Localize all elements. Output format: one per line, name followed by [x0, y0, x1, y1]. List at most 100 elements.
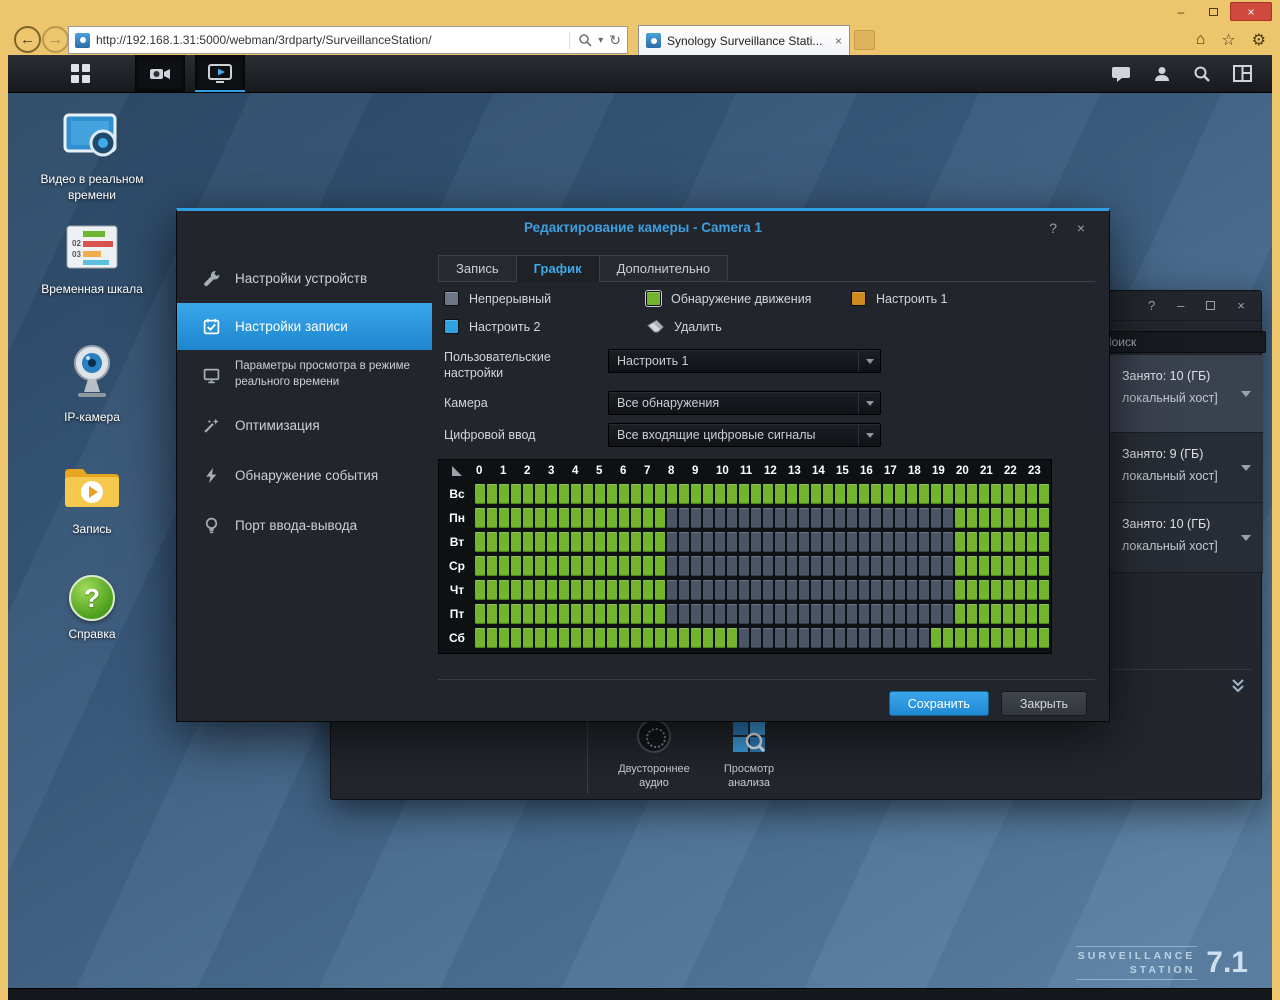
- schedule-cell[interactable]: [667, 508, 677, 528]
- hour-label[interactable]: 12: [763, 465, 787, 477]
- schedule-cell[interactable]: [775, 604, 785, 624]
- live-view-app-button[interactable]: [195, 55, 245, 92]
- schedule-cell[interactable]: [739, 580, 749, 600]
- schedule-cell[interactable]: [499, 556, 509, 576]
- schedule-cell[interactable]: [691, 508, 701, 528]
- schedule-cell[interactable]: [667, 628, 677, 648]
- schedule-cell[interactable]: [667, 484, 677, 504]
- schedule-cell[interactable]: [823, 604, 833, 624]
- hour-label[interactable]: 16: [859, 465, 883, 477]
- schedule-cell[interactable]: [847, 508, 857, 528]
- schedule-cell[interactable]: [631, 604, 641, 624]
- schedule-cell[interactable]: [871, 604, 881, 624]
- schedule-cell[interactable]: [775, 532, 785, 552]
- schedule-cell[interactable]: [787, 580, 797, 600]
- schedule-cell[interactable]: [967, 604, 977, 624]
- save-button[interactable]: Сохранить: [888, 691, 989, 716]
- day-label[interactable]: Ср: [439, 559, 475, 573]
- schedule-cell[interactable]: [715, 484, 725, 504]
- hour-label[interactable]: 10: [715, 465, 739, 477]
- schedule-cell[interactable]: [475, 580, 485, 600]
- schedule-cell[interactable]: [787, 628, 797, 648]
- schedule-cell[interactable]: [1015, 628, 1025, 648]
- schedule-cell[interactable]: [811, 580, 821, 600]
- dropdown-button[interactable]: [858, 350, 880, 372]
- schedule-cell[interactable]: [991, 580, 1001, 600]
- schedule-cell[interactable]: [787, 556, 797, 576]
- schedule-cell[interactable]: [835, 484, 845, 504]
- schedule-cell[interactable]: [739, 484, 749, 504]
- schedule-cell[interactable]: [475, 532, 485, 552]
- main-menu-button[interactable]: [55, 55, 105, 92]
- hour-label[interactable]: 13: [787, 465, 811, 477]
- schedule-cell[interactable]: [991, 508, 1001, 528]
- schedule-cell[interactable]: [535, 580, 545, 600]
- schedule-cell[interactable]: [763, 580, 773, 600]
- schedule-cell[interactable]: [907, 628, 917, 648]
- favorites-star-icon[interactable]: ☆: [1221, 30, 1235, 50]
- schedule-cell[interactable]: [643, 556, 653, 576]
- schedule-cell[interactable]: [883, 508, 893, 528]
- schedule-cell[interactable]: [535, 556, 545, 576]
- browser-tab[interactable]: Synology Surveillance Stati... ×: [638, 25, 850, 55]
- schedule-cell[interactable]: [655, 556, 665, 576]
- hour-label[interactable]: 9: [691, 465, 715, 477]
- schedule-cell[interactable]: [703, 532, 713, 552]
- schedule-cell[interactable]: [871, 484, 881, 504]
- schedule-cell[interactable]: [775, 628, 785, 648]
- schedule-cell[interactable]: [787, 532, 797, 552]
- schedule-cell[interactable]: [847, 556, 857, 576]
- schedule-cell[interactable]: [643, 532, 653, 552]
- schedule-cell[interactable]: [1027, 580, 1037, 600]
- schedule-cell[interactable]: [1015, 532, 1025, 552]
- schedule-cell[interactable]: [859, 508, 869, 528]
- schedule-cell[interactable]: [823, 580, 833, 600]
- schedule-cell[interactable]: [715, 604, 725, 624]
- schedule-cell[interactable]: [943, 556, 953, 576]
- new-tab-button[interactable]: [854, 30, 875, 50]
- schedule-cell[interactable]: [895, 628, 905, 648]
- expand-double-chevron-icon[interactable]: [1229, 677, 1247, 695]
- schedule-cell[interactable]: [583, 556, 593, 576]
- schedule-cell[interactable]: [643, 628, 653, 648]
- schedule-cell[interactable]: [571, 532, 581, 552]
- schedule-cell[interactable]: [655, 628, 665, 648]
- schedule-cell[interactable]: [499, 532, 509, 552]
- schedule-cell[interactable]: [979, 556, 989, 576]
- schedule-cell[interactable]: [535, 484, 545, 504]
- schedule-cell[interactable]: [691, 532, 701, 552]
- hour-label[interactable]: 15: [835, 465, 859, 477]
- hour-label[interactable]: 11: [739, 465, 763, 477]
- schedule-cell[interactable]: [883, 484, 893, 504]
- schedule-cell[interactable]: [775, 580, 785, 600]
- schedule-cell[interactable]: [775, 508, 785, 528]
- schedule-cell[interactable]: [919, 508, 929, 528]
- schedule-cell[interactable]: [859, 628, 869, 648]
- schedule-cell[interactable]: [835, 604, 845, 624]
- day-label[interactable]: Сб: [439, 631, 475, 645]
- schedule-cell[interactable]: [895, 532, 905, 552]
- schedule-cell[interactable]: [751, 556, 761, 576]
- desktop-icon-recording[interactable]: Запись: [30, 465, 154, 538]
- chevron-down-icon[interactable]: [1241, 534, 1251, 541]
- schedule-cell[interactable]: [475, 628, 485, 648]
- schedule-cell[interactable]: [943, 628, 953, 648]
- schedule-cell[interactable]: [943, 508, 953, 528]
- schedule-cell[interactable]: [1003, 508, 1013, 528]
- schedule-cell[interactable]: [811, 556, 821, 576]
- schedule-cell[interactable]: [931, 580, 941, 600]
- schedule-cell[interactable]: [631, 628, 641, 648]
- tab-recording[interactable]: Запись: [438, 255, 517, 282]
- schedule-cell[interactable]: [1039, 628, 1049, 648]
- schedule-cell[interactable]: [1015, 580, 1025, 600]
- schedule-cell[interactable]: [859, 484, 869, 504]
- schedule-cell[interactable]: [1027, 604, 1037, 624]
- schedule-cell[interactable]: [943, 484, 953, 504]
- schedule-cell[interactable]: [775, 556, 785, 576]
- schedule-cell[interactable]: [799, 508, 809, 528]
- legend-motion-detection[interactable]: Обнаружение движения: [646, 291, 811, 306]
- custom2-swatch[interactable]: [444, 319, 459, 334]
- schedule-cell[interactable]: [631, 556, 641, 576]
- schedule-cell[interactable]: [931, 604, 941, 624]
- schedule-cell[interactable]: [655, 484, 665, 504]
